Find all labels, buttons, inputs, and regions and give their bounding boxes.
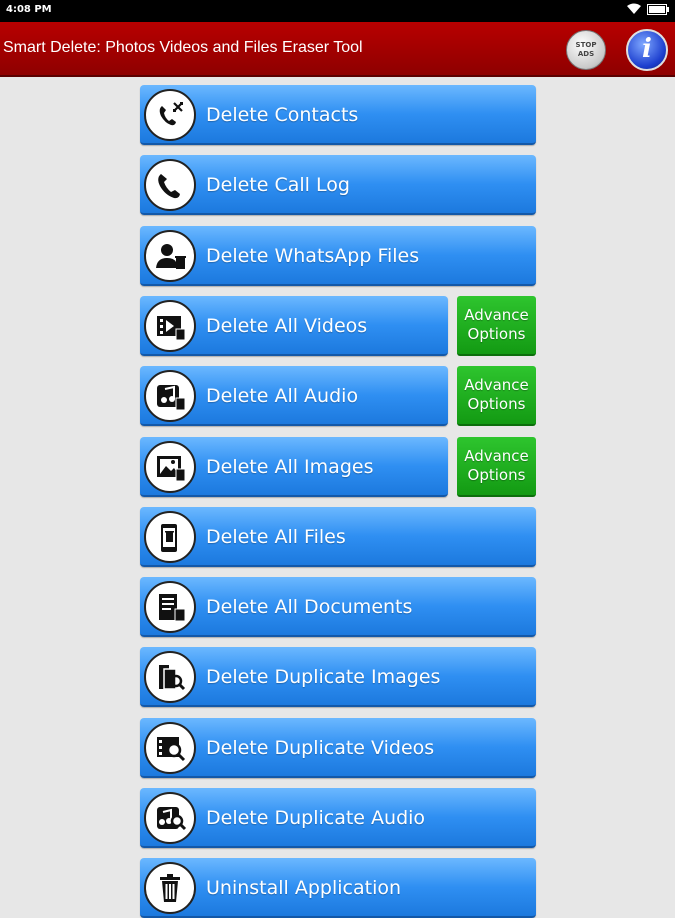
- duplicate-video-icon: [157, 737, 186, 762]
- menu-item-label: Delete Duplicate Audio: [206, 807, 426, 829]
- video-trash-icon: [157, 316, 186, 341]
- menu-item-delete-all-documents[interactable]: Delete All Documents: [140, 577, 536, 637]
- menu-item-delete-duplicate-images[interactable]: Delete Duplicate Images: [140, 647, 536, 707]
- duplicate-audio-icon: [157, 807, 187, 831]
- menu-item-delete-duplicate-videos[interactable]: Delete Duplicate Videos: [140, 718, 536, 778]
- menu-item-delete-whatsapp-files[interactable]: Delete WhatsApp Files: [140, 226, 536, 286]
- menu-item-delete-all-videos[interactable]: Delete All Videos: [140, 296, 448, 356]
- contacts-icon: [159, 102, 183, 126]
- wifi-icon: [627, 3, 641, 14]
- advance-options-button[interactable]: Advance Options: [457, 366, 536, 426]
- menu-item-delete-duplicate-audio[interactable]: Delete Duplicate Audio: [140, 788, 536, 848]
- trash-icon: [160, 874, 180, 902]
- menu-item-label: Delete All Audio: [206, 385, 359, 407]
- status-time: 4:08 PM: [6, 4, 52, 15]
- advance-options-button[interactable]: Advance Options: [457, 296, 536, 356]
- menu-item-label: Delete All Videos: [206, 315, 368, 337]
- music-trash-icon: [157, 385, 186, 411]
- duplicate-image-icon: [159, 665, 186, 691]
- advance-options-button[interactable]: Advance Options: [457, 437, 536, 497]
- menu-item-delete-call-log[interactable]: Delete Call Log: [140, 155, 536, 215]
- menu-item-label: Uninstall Application: [206, 877, 402, 899]
- menu-item-uninstall-application[interactable]: Uninstall Application: [140, 858, 536, 918]
- menu-item-label: Delete Duplicate Videos: [206, 737, 435, 759]
- phone-trash-icon: [161, 524, 177, 552]
- menu-item-delete-contacts[interactable]: Delete Contacts: [140, 85, 536, 145]
- stop-ads-button[interactable]: STOP ADS: [566, 30, 606, 70]
- menu-item-delete-all-images[interactable]: Delete All Images: [140, 437, 448, 497]
- menu-item-delete-all-files[interactable]: Delete All Files: [140, 507, 536, 567]
- menu-item-label: Delete All Images: [206, 456, 374, 478]
- menu-item-delete-all-audio[interactable]: Delete All Audio: [140, 366, 448, 426]
- phone-icon: [158, 174, 180, 199]
- app-title: Smart Delete: Photos Videos and Files Er…: [3, 39, 363, 56]
- menu-item-label: Delete All Files: [206, 526, 346, 548]
- menu-item-label: Delete Call Log: [206, 174, 350, 196]
- menu-item-label: Delete WhatsApp Files: [206, 245, 420, 267]
- user-trash-icon: [156, 244, 186, 269]
- image-trash-icon: [157, 456, 186, 482]
- battery-icon: [647, 3, 669, 15]
- status-bar: 4:08 PM: [0, 0, 675, 22]
- document-trash-icon: [159, 594, 186, 622]
- menu-item-label: Delete All Documents: [206, 596, 413, 618]
- menu-item-label: Delete Contacts: [206, 104, 359, 126]
- menu-item-label: Delete Duplicate Images: [206, 666, 441, 688]
- info-button[interactable]: i: [626, 29, 668, 71]
